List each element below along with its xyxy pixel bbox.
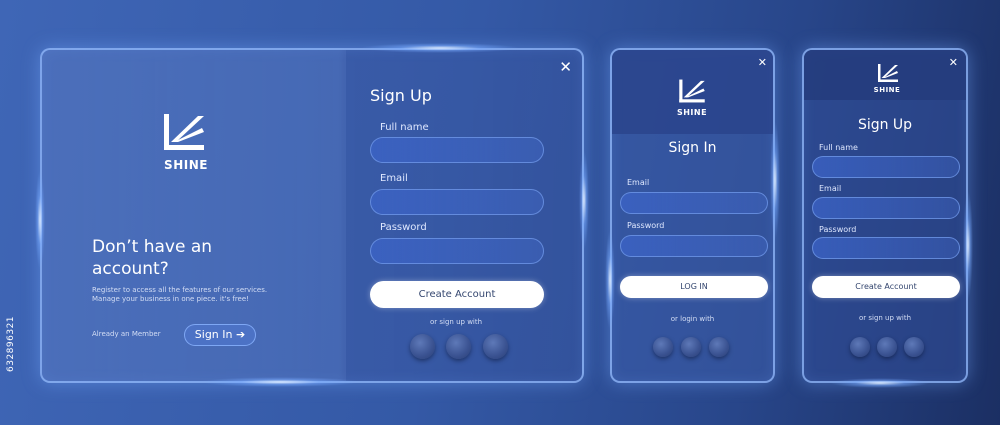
edge-glow — [360, 43, 520, 53]
edge-glow — [830, 378, 930, 388]
social-circle-icon[interactable] — [653, 337, 673, 357]
shine-logo — [678, 78, 706, 104]
sign-in-button[interactable]: Sign In ➔ — [184, 324, 256, 346]
social-circle-icon[interactable] — [483, 334, 508, 359]
already-member-text: Already an Member — [92, 330, 161, 338]
brand-name: SHINE — [164, 158, 208, 172]
social-circle-icon[interactable] — [904, 337, 924, 357]
fullname-label: Full name — [380, 122, 429, 133]
close-icon[interactable]: ✕ — [949, 57, 958, 68]
email-label: Email — [627, 178, 650, 187]
shine-logo-icon — [679, 79, 705, 103]
social-circle-icon[interactable] — [681, 337, 701, 357]
social-circle-icon[interactable] — [709, 337, 729, 357]
shine-logo — [877, 63, 899, 83]
social-text: or sign up with — [858, 314, 912, 322]
email-input[interactable] — [370, 189, 544, 215]
edge-glow — [963, 190, 973, 300]
edge-glow — [579, 150, 589, 250]
password-label: Password — [380, 222, 427, 233]
signup-title: Sign Up — [370, 86, 432, 105]
social-circle-icon[interactable] — [850, 337, 870, 357]
login-button[interactable]: LOG IN — [620, 276, 768, 298]
fullname-input[interactable] — [812, 156, 960, 178]
signup-title: Sign Up — [857, 117, 913, 133]
brand-name: SHINE — [676, 108, 708, 117]
password-input[interactable] — [812, 237, 960, 259]
social-text: or login with — [670, 315, 715, 323]
password-input[interactable] — [620, 235, 768, 257]
create-account-button[interactable]: Create Account — [370, 281, 544, 308]
close-icon[interactable]: ✕ — [559, 60, 572, 75]
social-text: or sign up with — [430, 318, 483, 326]
social-circle-icon[interactable] — [410, 334, 435, 359]
sign-in-label: Sign In — [194, 328, 233, 341]
email-input[interactable] — [620, 192, 768, 214]
left-heading: Don’t have an account? — [92, 237, 213, 279]
password-input[interactable] — [370, 238, 544, 264]
email-label: Email — [819, 184, 842, 193]
watermark-id: 632896321 — [6, 315, 16, 372]
shine-logo — [162, 112, 208, 152]
email-label: Email — [380, 173, 408, 184]
password-label: Password — [627, 221, 665, 230]
signin-mobile-panel: ✕ SHINE Sign In Email Password LOG IN or… — [610, 48, 775, 383]
edge-glow — [35, 170, 45, 270]
desktop-signup-panel: SHINE Don’t have an account? Register to… — [40, 48, 584, 383]
social-circle-icon[interactable] — [877, 337, 897, 357]
email-input[interactable] — [812, 197, 960, 219]
shine-logo-icon — [878, 64, 898, 82]
social-circle-icon[interactable] — [446, 334, 471, 359]
fullname-label: Full name — [819, 143, 858, 152]
fullname-input[interactable] — [370, 137, 544, 163]
signup-mobile-panel: ✕ SHINE Sign Up Full name Email Password… — [802, 48, 968, 383]
brand-name: SHINE — [873, 86, 901, 94]
edge-glow — [605, 230, 615, 330]
create-account-button[interactable]: Create Account — [812, 276, 960, 298]
edge-glow — [770, 120, 780, 240]
arrow-right-icon: ➔ — [236, 328, 246, 341]
signin-title: Sign In — [668, 140, 717, 156]
edge-glow — [200, 377, 360, 387]
desktop-left-section: SHINE Don’t have an account? Register to… — [42, 50, 346, 381]
password-label: Password — [819, 225, 857, 234]
shine-logo-icon — [164, 114, 204, 150]
close-icon[interactable]: ✕ — [758, 57, 767, 68]
left-subtitle: Register to access all the features of o… — [92, 286, 268, 303]
